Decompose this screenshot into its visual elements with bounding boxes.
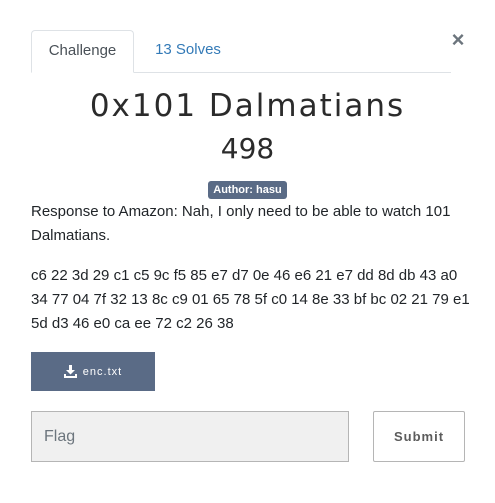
challenge-description: Response to Amazon: Nah, I only need to … bbox=[31, 200, 471, 336]
challenge-title: 0x101 Dalmatians bbox=[89, 88, 406, 124]
tab-solves[interactable]: 13 Solves bbox=[143, 30, 233, 72]
hex-data-text: c6 22 3d 29 c1 c5 9c f5 85 e7 d7 0e 46 e… bbox=[31, 267, 470, 332]
tab-challenge[interactable]: Challenge bbox=[31, 30, 134, 73]
flag-input[interactable] bbox=[31, 411, 349, 462]
download-file-button[interactable]: enc.txt bbox=[31, 352, 155, 391]
description-text: Response to Amazon: Nah, I only need to … bbox=[31, 203, 451, 244]
author-badge-wrap: Author: hasu bbox=[0, 180, 495, 199]
challenge-points: 498 bbox=[220, 132, 275, 165]
tab-bar: Challenge 13 Solves bbox=[31, 30, 451, 73]
download-icon bbox=[63, 365, 77, 378]
submit-button[interactable]: Submit bbox=[373, 411, 465, 462]
author-badge: Author: hasu bbox=[208, 181, 287, 199]
close-icon[interactable]: × bbox=[450, 29, 466, 51]
challenge-modal: Challenge 13 Solves × 0x101 Dalmatians 4… bbox=[0, 0, 495, 503]
download-file-label: enc.txt bbox=[82, 365, 123, 378]
